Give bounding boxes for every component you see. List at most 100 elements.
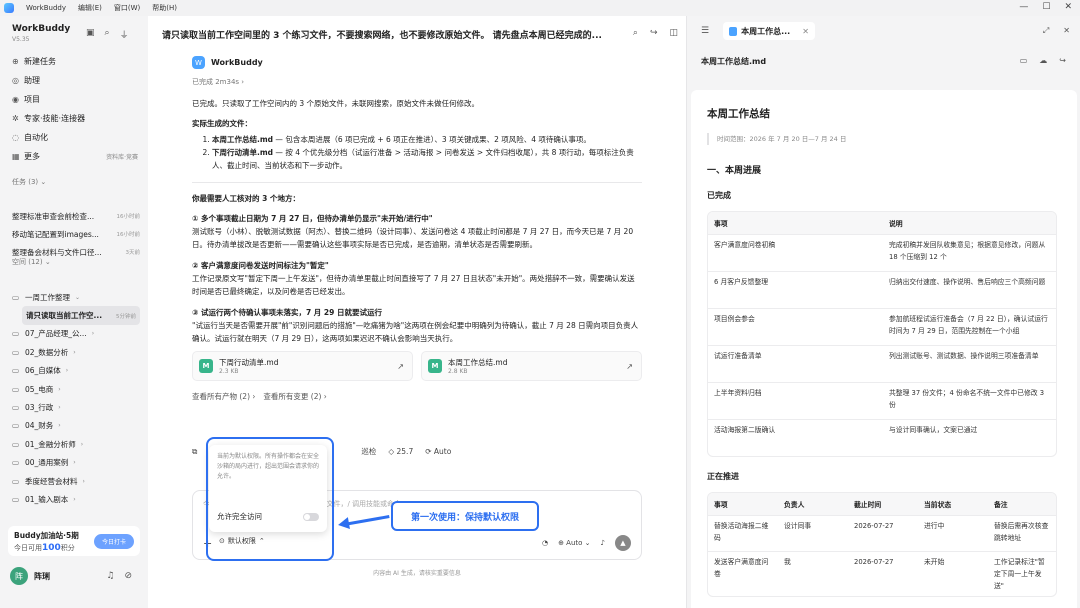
layout-toggle-icon[interactable]: ▣	[86, 28, 95, 41]
doc-title: 本周工作总结	[707, 108, 770, 120]
review-point: ③ 试运行两个待确认事项未落实，7 月 29 日就要试运行 "试运行当天是否需要…	[192, 308, 639, 343]
task-item[interactable]: 移动笔记配置到images... 16小时前	[12, 225, 140, 243]
annotation-callout: 第一次使用：保持默认权限	[391, 501, 539, 531]
generated-files-list: 本周工作总结.md — 包含本周进展（6 项已完成 + 6 项正在推进）、3 项…	[192, 133, 642, 172]
completion-status[interactable]: 已完成 2m34s ›	[192, 77, 642, 87]
tasks-section-title[interactable]: 任务 (3) ⌄	[12, 177, 46, 187]
space-section-title[interactable]: 空间 (12) ⌄	[12, 257, 51, 267]
space-item[interactable]: ▭ 01_金融分析师 ›	[12, 435, 140, 453]
assistant-icon: ◎	[12, 76, 19, 85]
nav-new-task[interactable]: ⊕ 新建任务	[12, 52, 140, 71]
version-label: V5.35	[12, 36, 30, 43]
space-item[interactable]: ▭ 03_行政 ›	[12, 398, 140, 416]
folder-icon: ▭	[12, 347, 20, 357]
microphone-icon[interactable]: ♪	[601, 539, 605, 547]
space-item[interactable]: ▭ 02_数据分析 ›	[12, 343, 140, 361]
app-logo-icon	[4, 3, 14, 13]
filter-icon[interactable]: ⏚	[120, 28, 129, 41]
menu-window[interactable]: 窗口(W)	[114, 3, 140, 13]
close-tab-icon[interactable]: ✕	[802, 27, 809, 36]
panel-toggle-icon[interactable]: ◫	[669, 28, 678, 38]
promo-card[interactable]: Buddy加油站·5期 今日可用100积分 今日打卡	[8, 526, 140, 556]
search-icon[interactable]: ⌕	[633, 28, 638, 38]
file-card[interactable]: M 下周行动清单.md 2.3 KB ↗	[192, 351, 413, 381]
markdown-file-icon: M	[199, 359, 213, 373]
chevron-right-icon: ›	[73, 348, 76, 356]
user-name: 阵琍	[34, 571, 50, 581]
upload-icon[interactable]: ☁	[1039, 56, 1047, 65]
share-icon[interactable]: ↪	[650, 28, 658, 38]
copy-icon[interactable]: ⧉	[192, 447, 197, 457]
menu-edit[interactable]: 编辑(E)	[78, 3, 102, 13]
table-row: 发送客户满意度问卷我 2026-07-27 未开始 工作记录标注"暂定下周一上午发送"	[708, 551, 1056, 596]
chevron-right-icon: ›	[58, 422, 61, 430]
project-icon: ◉	[12, 95, 19, 104]
user-row: 阵 阵琍 ♫ ⊘	[10, 567, 138, 585]
space-item[interactable]: ▭ 06_自媒体 ›	[12, 362, 140, 380]
share-icon[interactable]: ↪	[1059, 56, 1066, 65]
task-item[interactable]: 整理标准审查会前检查... 16小时前	[12, 207, 140, 225]
ongoing-table: 事项 负责人 截止时间 当前状态 备注 替换活动海报二维码 设计同事 2026-07…	[707, 492, 1057, 597]
nav-more[interactable]: ▦ 更多 资料库·竞赛	[12, 147, 140, 166]
bell-icon[interactable]: ♫	[106, 571, 114, 581]
close-panel-icon[interactable]: ✕	[1063, 26, 1070, 36]
sidebar: WorkBuddy V5.35 ▣ ⌕ ⏚ ⊕ 新建任务 ◎ 助理 ◉ 项目 ✲ 专家·…	[0, 16, 148, 608]
folder-icon: ▭	[12, 494, 20, 504]
table-row: 6 月客户反馈整理 归纳出交付速度、操作说明、售后响应三个高频问题	[708, 271, 1056, 308]
table-row: 活动海报第二版确认 与设计同事确认，文案已通过	[708, 419, 1056, 456]
chevron-right-icon: ›	[65, 367, 69, 375]
folder-icon[interactable]: ▭	[1020, 56, 1028, 65]
table-row: 上半年资料归档 共整理 37 份文件；4 份命名不统一文件中已修改 3 份	[708, 382, 1056, 419]
space-item-active[interactable]: 请只读取当前工作空... 5分钟前	[22, 306, 140, 325]
expand-icon[interactable]: ⤢	[1043, 26, 1049, 36]
space-item[interactable]: ▭ 一周工作整理 ⌄	[12, 288, 140, 306]
nav-automation[interactable]: ◌ 自动化	[12, 128, 140, 147]
files-heading: 实际生成的文件：	[192, 119, 252, 128]
folder-icon: ▭	[12, 439, 20, 449]
nav-project[interactable]: ◉ 项目	[12, 90, 140, 109]
chevron-right-icon: ›	[91, 330, 95, 338]
open-external-icon[interactable]: ↗	[397, 362, 404, 371]
checkin-button[interactable]: 今日打卡	[93, 534, 134, 549]
doc-subheading: 正在推进	[707, 472, 739, 481]
app-name: WorkBuddy	[26, 4, 66, 12]
menu-help[interactable]: 帮助(H)	[152, 3, 177, 13]
nav-experts[interactable]: ✲ 专家·技能·连接器	[12, 109, 140, 128]
progress-icon: ◔	[541, 539, 549, 547]
close-icon[interactable]: ✕	[1064, 2, 1072, 12]
space-item[interactable]: ▭ 05_电商 ›	[12, 380, 140, 398]
maximize-icon[interactable]: ☐	[1042, 2, 1050, 12]
space-item[interactable]: ▭ 04_财务 ›	[12, 417, 140, 435]
nav-assistant[interactable]: ◎ 助理	[12, 71, 140, 90]
open-external-icon[interactable]: ↗	[626, 362, 633, 371]
table-row: 项目例会参会 参加航班程试运行准备会（7 月 22 日），确认试运行时间为 7 月…	[708, 308, 1056, 345]
tab-weekly-summary[interactable]: 本周工作总... ✕	[723, 22, 815, 40]
chevron-right-icon: ›	[73, 459, 76, 467]
chevron-down-icon: ⌄	[75, 293, 81, 301]
menu-icon[interactable]: ☰	[701, 26, 709, 36]
table-row: 客户满意度问卷初稿 完成初稿并发回队收集意见；根据意见修改，问题从 18 个压缩到…	[708, 234, 1056, 271]
space-list: ▭ 一周工作整理 ⌄ 请只读取当前工作空... 5分钟前 ▭ 07_产品经理_公... ›…	[12, 288, 140, 509]
space-item[interactable]: ▭ 00_通用案例 ›	[12, 454, 140, 472]
model-select[interactable]: ⊕ Auto ⌄	[558, 539, 590, 547]
chevron-right-icon: ›	[82, 477, 85, 485]
space-item[interactable]: ▭ 07_产品经理_公... ›	[12, 325, 140, 343]
view-changes-link[interactable]: 查看所有变更 (2) ›	[263, 391, 326, 402]
space-item[interactable]: ▭ 季度经营会材料 ›	[12, 472, 140, 490]
minimize-icon[interactable]: —	[1019, 2, 1028, 12]
list-item: 本周工作总结.md — 包含本周进展（6 项已完成 + 6 项正在推进）、3 项…	[212, 133, 642, 146]
inspect-label[interactable]: 巡检	[361, 446, 376, 457]
compass-icon[interactable]: ⊘	[124, 571, 132, 581]
folder-icon: ▭	[12, 403, 20, 413]
folder-icon: ▭	[12, 366, 20, 376]
preview-panel: ☰ 本周工作总... ✕ ⤢ ✕ 本周工作总结.md ▭ ☁ ↪ 本周工作总结 …	[686, 16, 1080, 608]
conversation-title: 请只读取当前工作空间里的 3 个练习文件，不要搜索网络，也不要修改原始文件。 请…	[162, 31, 602, 41]
score-label: ◇ 25.7	[388, 447, 414, 456]
avatar[interactable]: 阵	[10, 567, 28, 585]
file-card[interactable]: M 本周工作总结.md 2.8 KB ↗	[421, 351, 642, 381]
send-button[interactable]: ▲	[615, 535, 631, 551]
sidebar-nav: ⊕ 新建任务 ◎ 助理 ◉ 项目 ✲ 专家·技能·连接器 ◌ 自动化 ▦ 更多 资料库·竞赛	[12, 52, 140, 166]
space-item[interactable]: ▭ 01_输入剧本 ›	[12, 490, 140, 508]
view-artifacts-link[interactable]: 查看所有产物 (2) ›	[192, 391, 255, 402]
search-icon[interactable]: ⌕	[105, 28, 110, 41]
